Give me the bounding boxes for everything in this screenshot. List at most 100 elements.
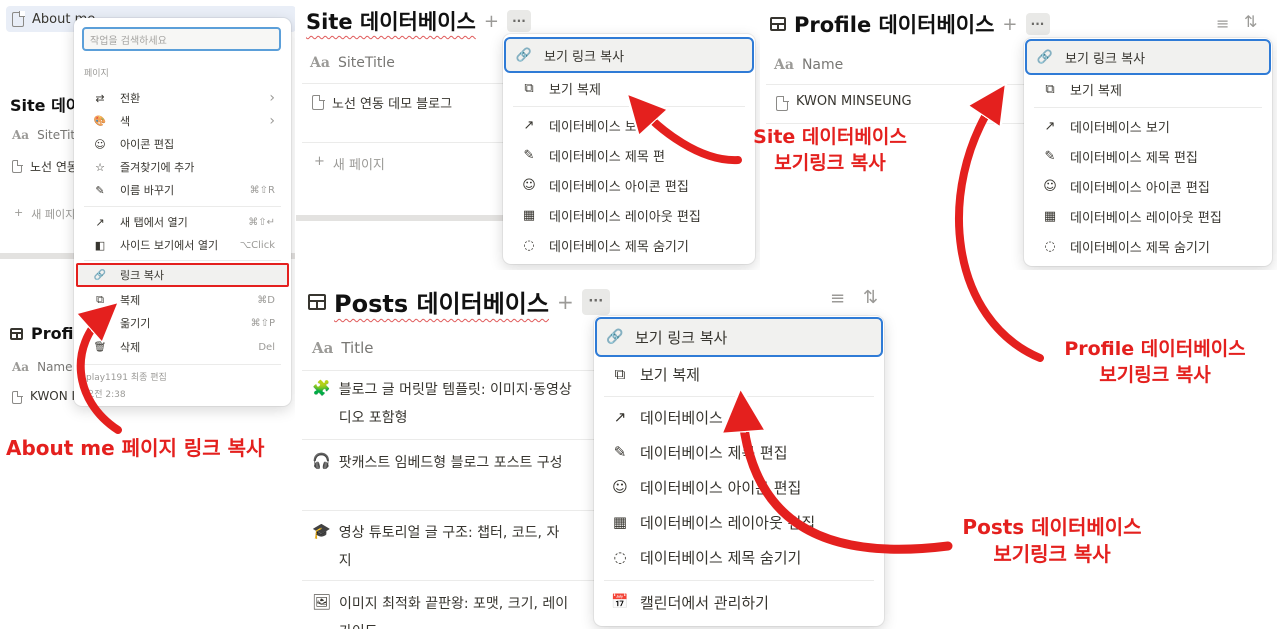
rename-icon: ✎ [95,183,105,197]
menu-item-edit-icon[interactable]: ☺ 데이터베이스 아이콘 편집 [602,472,876,502]
menu-item-edit-icon[interactable]: ☺ 아이콘 편집 [82,133,283,155]
sort-icon[interactable]: ⇅ [863,287,878,308]
site-row-partial[interactable]: 노선 연동 [12,158,78,175]
menu-separator [84,260,281,261]
menu-item-copy-link[interactable]: 🔗 링크 복사 [76,263,289,287]
duplicate-icon: ⧉ [614,365,626,383]
sort-icon[interactable]: ⇅ [1244,12,1257,31]
menu-item-open-side-peek[interactable]: ◧ 사이드 보기에서 열기 ⌥Click [82,234,283,256]
menu-item-hide-title[interactable]: ◌ 데이터베이스 제목 숨기기 [1032,233,1264,259]
table-icon [308,293,326,310]
table-row[interactable]: KWON MINSEUNG [776,94,912,111]
link-icon: 🔗 [606,329,624,345]
menu-section-label: 페이지 [84,69,109,79]
layout-icon: ▦ [1043,208,1057,224]
about-me-panel: About me Site 데이 Aa SiteTitle 노선 연동 + 새 … [0,0,295,470]
plus-icon: + [314,154,325,169]
site-new-page-partial[interactable]: + 새 페이지 [14,206,75,222]
profile-db-title: Profile 데이터베이스 + ··· [770,9,1050,39]
smiley-icon: ☺ [612,478,628,496]
add-view-button[interactable]: + [1002,14,1017,35]
posts-db-title: Posts 데이터베이스 + ··· [308,284,610,319]
menu-item-color[interactable]: 🎨 색 › [82,110,283,132]
filter-icon[interactable]: ≡ [1216,14,1229,33]
menu-item-duplicate-view[interactable]: ⧉ 보기 복제 [1032,76,1264,102]
profile-row-partial[interactable]: KWON I [12,389,75,404]
headphones-icon: 🎧 [312,452,331,470]
menu-search-input[interactable]: 작업을 검색하세요 [82,27,281,51]
table-row[interactable]: 🖼 이미지 최적화 끝판왕: 포맷, 크기, 레이 가이드 [312,593,568,629]
table-icon [770,17,786,31]
table-header-line [766,84,1028,85]
menu-item-copy-view-link[interactable]: 🔗 보기 링크 복사 [1025,39,1271,75]
duplicate-icon: ⧉ [524,80,534,96]
menu-item-open-database[interactable]: ↗ 데이터베이스 보 [511,112,747,138]
open-icon: ↗ [613,408,627,426]
menu-separator [604,396,874,397]
more-options-button[interactable]: ··· [581,288,610,315]
menu-separator [513,106,745,107]
menu-item-hide-title[interactable]: ◌ 데이터베이스 제목 숨기기 [602,542,876,572]
menu-item-move[interactable]: → 옮기기 ⌘⇧P [82,312,283,334]
chevron-right-icon: › [269,90,275,106]
add-view-button[interactable]: + [557,290,574,314]
move-icon: → [95,316,105,330]
table-row-line [302,580,602,581]
menu-item-delete[interactable]: 🗑 삭제 Del [82,336,283,358]
menu-item-add-favorite[interactable]: ☆ 즐겨찾기에 추가 [82,156,283,178]
menu-item-duplicate[interactable]: ⧉ 복제 ⌘D [82,289,283,311]
smiley-icon: ☺ [522,177,536,193]
menu-item-edit-title[interactable]: ✎ 데이터베이스 제목 편집 [602,437,876,467]
link-icon: 🔗 [515,47,533,63]
paint-icon: 🎨 [93,115,107,127]
table-row[interactable]: 🧩 블로그 글 머릿말 템플릿: 이미지·동영상 디오 포함형 [312,379,572,427]
text-property-icon: Aa [12,360,30,374]
profile-col-header: Aa Name [12,360,73,374]
menu-item-edit-icon[interactable]: ☺ 데이터베이스 아이콘 편집 [511,172,747,198]
menu-item-edit-title[interactable]: ✎ 데이터베이스 제목 편집 [1032,143,1264,169]
table-row[interactable]: 🎓 영상 튜토리얼 글 구조: 챕터, 코드, 자 지 [312,522,559,570]
shortcut-label: ⌘⇧P [250,317,275,329]
menu-separator [1034,107,1262,108]
smiley-icon: ☺ [1043,178,1057,194]
open-icon: ↗ [1044,118,1056,134]
chevron-right-icon: › [269,113,275,129]
duplicate-icon: ⧉ [1045,81,1055,97]
menu-item-duplicate-view[interactable]: ⧉ 보기 복제 [511,75,747,101]
menu-item-edit-title[interactable]: ✎ 데이터베이스 제목 편 [511,142,747,168]
site-db-title-partial: Site 데이 [10,96,81,115]
menu-item-open-database[interactable]: ↗ 데이터베이스 보기 [1032,113,1264,139]
add-view-button[interactable]: + [484,11,499,32]
link-icon: 🔗 [1036,49,1054,65]
menu-item-copy-view-link[interactable]: 🔗 보기 링크 복사 [504,37,754,73]
menu-item-copy-view-link[interactable]: 🔗 보기 링크 복사 [595,317,883,357]
menu-item-turn-into[interactable]: ⇄ 전환 › [82,87,283,109]
menu-item-duplicate-view[interactable]: ⧉ 보기 복제 [602,359,876,389]
menu-item-open-database[interactable]: ↗ 데이터베이스 [602,402,876,432]
menu-item-rename[interactable]: ✎ 이름 바꾸기 ⌘⇧R [82,179,283,201]
menu-item-edit-layout[interactable]: ▦ 데이터베이스 레이아웃 편집 [602,507,876,537]
more-options-button[interactable]: ··· [1025,13,1050,35]
menu-item-edit-icon[interactable]: ☺ 데이터베이스 아이콘 편집 [1032,173,1264,199]
layout-icon: ▦ [612,513,628,531]
table-row[interactable]: 노선 연동 데모 블로그 [312,93,452,112]
menu-item-open-new-tab[interactable]: ↗ 새 탭에서 열기 ⌘⇧↵ [82,211,283,233]
edit-title-icon: ✎ [1044,148,1056,164]
text-property-icon: Aa [774,57,794,73]
menu-item-edit-layout[interactable]: ▦ 데이터베이스 레이아웃 편집 [511,202,747,228]
annotation-profile: Profile 데이터베이스 보기링크 복사 [1064,338,1246,386]
annotation-site: Site 데이터베이스 보기링크 복사 [753,126,907,174]
table-row[interactable]: 🎧 팟캐스트 임베드형 블로그 포스트 구성 [312,452,563,472]
annotation-posts: Posts 데이터베이스 보기링크 복사 [962,515,1142,566]
table-row-line [302,510,602,511]
page-icon [312,94,325,110]
menu-item-hide-title[interactable]: ◌ 데이터베이스 제목 숨기기 [511,232,747,258]
new-page-button[interactable]: + 새 페이지 [314,154,385,173]
puzzle-icon: 🧩 [312,379,331,397]
menu-item-edit-layout[interactable]: ▦ 데이터베이스 레이아웃 편집 [1032,203,1264,229]
text-property-icon: Aa [12,128,30,142]
more-options-button[interactable]: ··· [506,10,531,32]
filter-icon[interactable]: ≡ [830,288,845,309]
menu-item-manage-in-calendar[interactable]: 📅 캘린더에서 관리하기 [602,587,876,617]
page-icon [12,159,23,173]
